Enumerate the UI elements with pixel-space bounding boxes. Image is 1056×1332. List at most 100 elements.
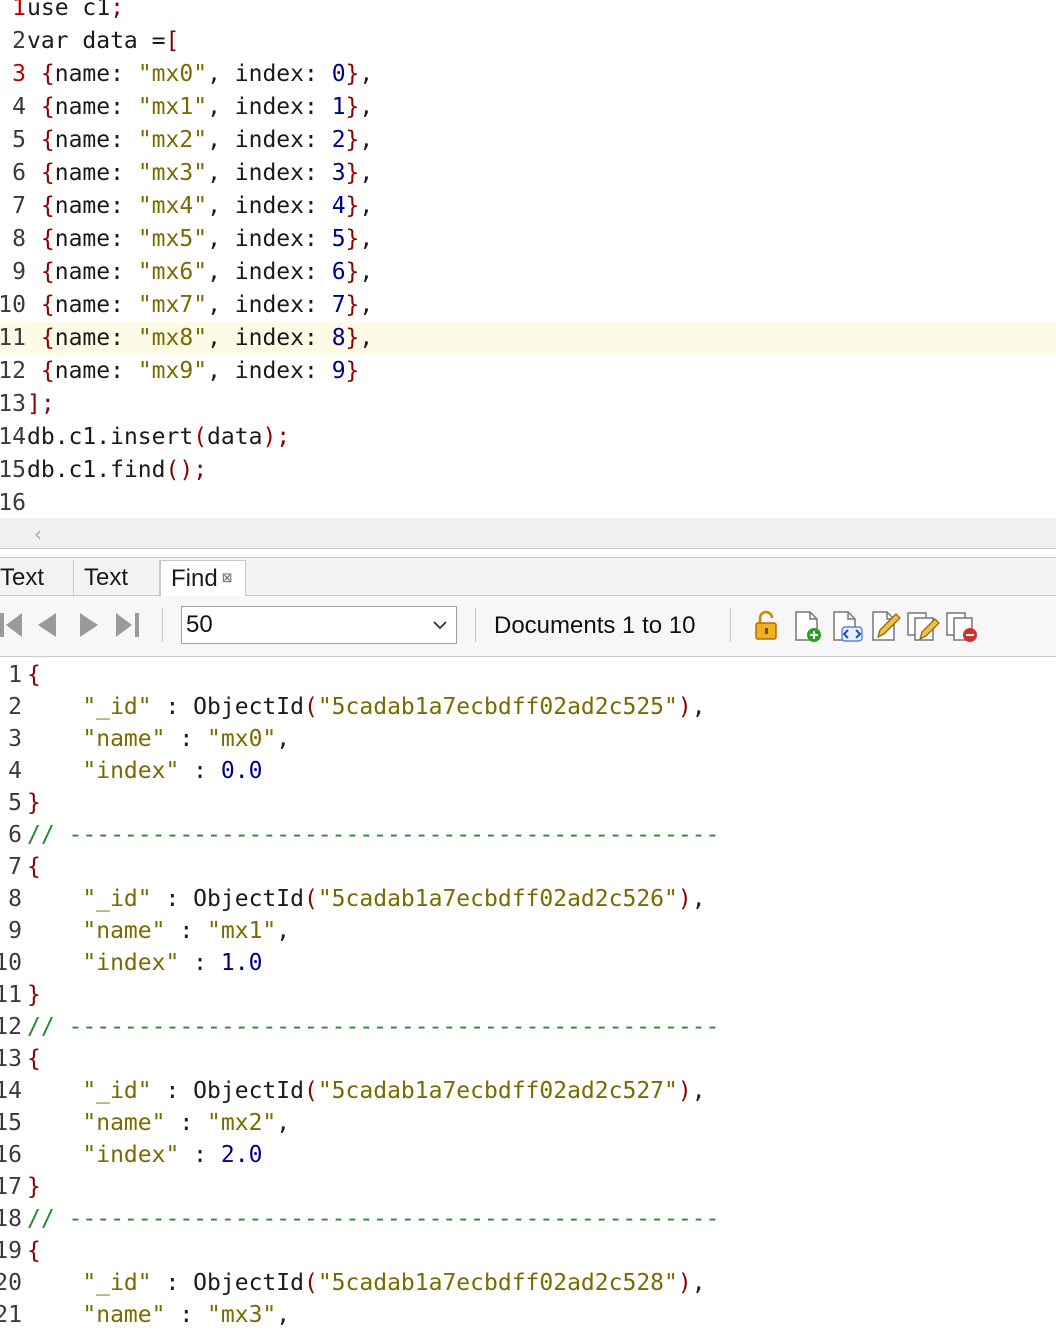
result-line[interactable]: 14 "_id" : ObjectId("5cadab1a7ecbdff02ad… <box>0 1075 1056 1107</box>
close-tab-icon[interactable]: ⊠ <box>222 571 233 586</box>
code-token: "5cadab1a7ecbdff02ad2c526" <box>317 886 678 912</box>
line-number: 15 <box>0 457 26 483</box>
code-token: , <box>359 259 374 285</box>
editor-horizontal-scrollbar[interactable]: ‹ <box>0 518 1056 548</box>
code-token: "index" <box>82 758 180 784</box>
page-size-select[interactable]: 50 <box>181 606 457 644</box>
editor-line[interactable]: 13]; <box>0 388 1056 421</box>
next-page-icon[interactable] <box>76 610 102 640</box>
code-token: name: <box>54 259 138 285</box>
result-code: "name" : "mx3", <box>27 1299 290 1331</box>
code-token: , index: <box>207 226 332 252</box>
edit-multiple-documents-icon[interactable] <box>906 609 940 643</box>
first-page-icon[interactable] <box>0 610 26 640</box>
code-token: : <box>165 726 208 752</box>
line-number: 3 <box>12 61 26 87</box>
code-token: "mx9" <box>137 358 208 384</box>
result-line[interactable]: 17} <box>0 1171 1056 1203</box>
code-token: ) <box>677 1078 692 1104</box>
line-number: 4 <box>8 758 22 784</box>
code-token: : <box>179 1142 221 1168</box>
line-number: 12 <box>0 358 26 384</box>
line-number: 8 <box>8 886 22 912</box>
result-line[interactable]: 18// -----------------------------------… <box>0 1203 1056 1235</box>
line-number: 11 <box>0 325 26 351</box>
result-line[interactable]: 3 "name" : "mx0", <box>0 723 1056 755</box>
line-number: 16 <box>0 1142 22 1168</box>
editor-line[interactable]: 14 db.c1.insert(data); <box>0 421 1056 454</box>
result-line[interactable]: 12// -----------------------------------… <box>0 1011 1056 1043</box>
result-line[interactable]: 4 "index" : 0.0 <box>0 755 1056 787</box>
add-document-icon[interactable] <box>790 609 824 643</box>
code-token: name: <box>54 94 138 120</box>
tab-text-1[interactable]: Text <box>0 560 74 596</box>
line-number: 10 <box>0 292 26 318</box>
last-page-icon[interactable] <box>114 610 140 640</box>
result-line[interactable]: 9 "name" : "mx1", <box>0 915 1056 947</box>
result-line[interactable]: 16 "index" : 2.0 <box>0 1139 1056 1171</box>
result-line[interactable]: 10 "index" : 1.0 <box>0 947 1056 979</box>
editor-line[interactable]: 9 {name: "mx6", index: 6}, <box>0 256 1056 289</box>
unlock-icon[interactable] <box>750 609 784 643</box>
code-token: "mx6" <box>137 259 208 285</box>
code-token: { <box>27 854 41 880</box>
code-token: , index: <box>207 259 332 285</box>
editor-line[interactable]: 4 {name: "mx1", index: 1}, <box>0 91 1056 124</box>
code-token: name: <box>54 127 138 153</box>
code-token: , <box>691 1078 706 1104</box>
previous-page-icon[interactable] <box>34 610 60 640</box>
code-token: "name" <box>82 726 166 752</box>
result-line[interactable]: 2 "_id" : ObjectId("5cadab1a7ecbdff02ad2… <box>0 691 1056 723</box>
result-line[interactable]: 1{ <box>0 659 1056 691</box>
result-line[interactable]: 5} <box>0 787 1056 819</box>
code-token: 4 <box>331 193 346 219</box>
find-results-pane[interactable]: 1{2 "_id" : ObjectId("5cadab1a7ecbdff02a… <box>0 657 1056 1332</box>
editor-line[interactable]: 15 db.c1.find(); <box>0 454 1056 487</box>
code-token: { <box>27 1046 41 1072</box>
code-token: { <box>27 1238 41 1264</box>
result-line[interactable]: 21 "name" : "mx3", <box>0 1299 1056 1331</box>
tab-text-2[interactable]: Text <box>74 560 160 596</box>
script-editor[interactable]: 1 use c1; 2 var data =[3 {name: "mx0", inde… <box>0 0 1056 518</box>
editor-line[interactable]: 1 use c1; <box>0 0 1056 25</box>
result-line[interactable]: 7{ <box>0 851 1056 883</box>
editor-line[interactable]: 2 var data =[ <box>0 25 1056 58</box>
editor-line[interactable]: 3 {name: "mx0", index: 0}, <box>0 58 1056 91</box>
view-json-icon[interactable] <box>830 609 864 643</box>
scroll-left-icon[interactable]: ‹ <box>34 522 42 546</box>
code-token: : <box>165 1110 208 1136</box>
editor-code: {name: "mx1", index: 1}, <box>27 91 373 124</box>
edit-document-icon[interactable] <box>868 609 902 643</box>
editor-line[interactable]: 16 <box>0 487 1056 518</box>
editor-line[interactable]: 7 {name: "mx4", index: 4}, <box>0 190 1056 223</box>
result-line[interactable]: 19{ <box>0 1235 1056 1267</box>
editor-line[interactable]: 12 {name: "mx9", index: 9} <box>0 355 1056 388</box>
code-token: } <box>27 982 41 1008</box>
result-line[interactable]: 13{ <box>0 1043 1056 1075</box>
chevron-down-icon <box>433 621 447 630</box>
editor-line[interactable]: 8 {name: "mx5", index: 5}, <box>0 223 1056 256</box>
code-token: 1 <box>96 0 111 21</box>
editor-line[interactable]: 11 {name: "mx8", index: 8}, <box>0 322 1056 355</box>
result-line[interactable]: 11} <box>0 979 1056 1011</box>
editor-line[interactable]: 6 {name: "mx3", index: 3}, <box>0 157 1056 190</box>
panel-splitter[interactable] <box>0 548 1056 558</box>
tab-find[interactable]: Find ⊠ <box>160 560 246 597</box>
result-line[interactable]: 6// ------------------------------------… <box>0 819 1056 851</box>
delete-documents-icon[interactable] <box>945 609 979 643</box>
code-token: "mx2" <box>137 127 208 153</box>
code-token: "_id" <box>82 1270 152 1296</box>
code-token: "index" <box>82 950 180 976</box>
line-number: 5 <box>12 127 26 153</box>
result-line[interactable]: 20 "_id" : ObjectId("5cadab1a7ecbdff02ad… <box>0 1267 1056 1299</box>
line-number: 17 <box>0 1174 22 1200</box>
line-number: 9 <box>12 259 26 285</box>
result-line[interactable]: 15 "name" : "mx2", <box>0 1107 1056 1139</box>
editor-line[interactable]: 10 {name: "mx7", index: 7}, <box>0 289 1056 322</box>
editor-line[interactable]: 5 {name: "mx2", index: 2}, <box>0 124 1056 157</box>
code-token: : ObjectId <box>151 886 304 912</box>
result-line[interactable]: 8 "_id" : ObjectId("5cadab1a7ecbdff02ad2… <box>0 883 1056 915</box>
code-token: "mx2" <box>207 1110 277 1136</box>
